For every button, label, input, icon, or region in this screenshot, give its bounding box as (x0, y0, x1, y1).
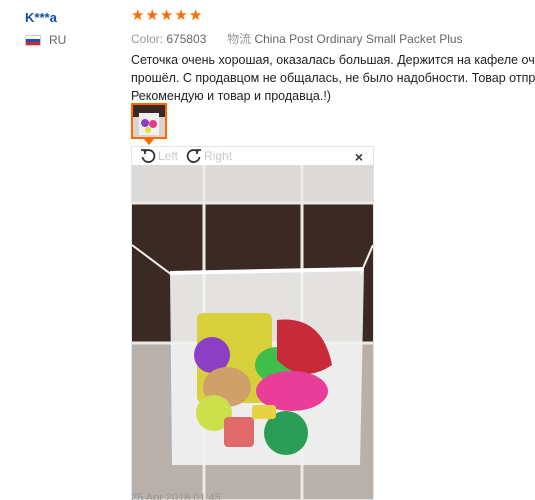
color-value: 675803 (166, 32, 207, 46)
review-line: Рекомендую и товар и продавца.!) (131, 89, 331, 103)
star-icon: ★ (188, 7, 203, 24)
photo-thumbnail[interactable] (131, 103, 167, 139)
viewer-toolbar: Left Right × (132, 147, 373, 165)
review-photo (132, 165, 373, 499)
rotate-right-icon (186, 149, 202, 163)
image-viewer: Left Right × (131, 146, 374, 500)
color-label: Color: (131, 32, 164, 46)
review-line: Сеточка очень хорошая, оказалась большая… (131, 53, 535, 67)
thumbnail-pointer (144, 139, 154, 145)
review-meta: Color: 675803 物流 China Post Ordinary Sma… (131, 30, 463, 47)
rotate-right-label: Right (204, 149, 233, 163)
review-date: 25 Apr 2018 01:45 (131, 492, 221, 500)
star-icon: ★ (159, 7, 174, 24)
review-text: Сеточка очень хорошая, оказалась большая… (131, 51, 535, 105)
reviewer-name[interactable]: K***a (25, 10, 57, 25)
star-icon: ★ (174, 7, 188, 24)
rotate-left-button[interactable]: Left (140, 148, 178, 164)
star-icon: ★ (131, 7, 145, 24)
shipping-value: China Post Ordinary Small Packet Plus (254, 32, 463, 46)
star-rating: ★ ★ ★ ★ ★ (131, 8, 202, 24)
close-icon[interactable]: × (355, 149, 363, 165)
rotate-left-label: Left (158, 149, 179, 163)
country-code: RU (49, 33, 67, 47)
review-line: прошёл. С продавцом не общалась, не было… (131, 71, 535, 85)
rotate-left-icon (141, 149, 156, 163)
reviewer-country: RU (25, 33, 66, 47)
star-icon: ★ (145, 7, 159, 24)
russia-flag-icon (25, 34, 41, 46)
rotate-right-button[interactable]: Right (186, 148, 232, 164)
shipping-label: 物流 (227, 32, 252, 46)
